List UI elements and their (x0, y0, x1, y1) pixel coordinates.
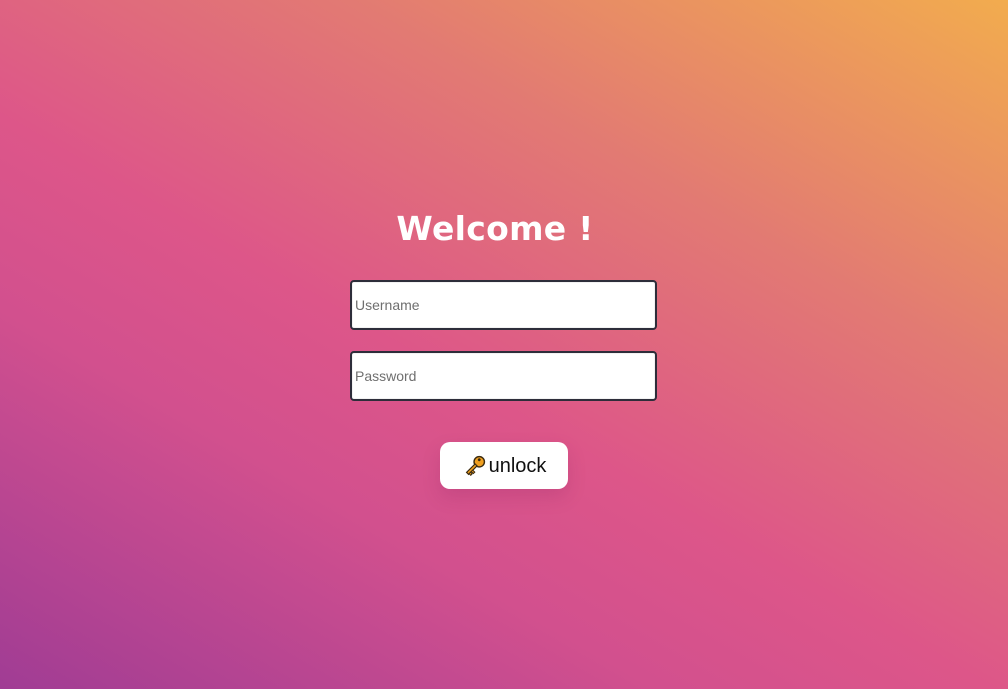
password-input[interactable] (350, 351, 657, 401)
login-panel: Welcome ! unlock (0, 0, 1008, 689)
page-title: Welcome ! (396, 209, 594, 248)
key-icon (462, 453, 488, 479)
unlock-button[interactable]: unlock (440, 442, 568, 489)
username-input[interactable] (350, 280, 657, 330)
unlock-label: unlock (488, 454, 547, 477)
